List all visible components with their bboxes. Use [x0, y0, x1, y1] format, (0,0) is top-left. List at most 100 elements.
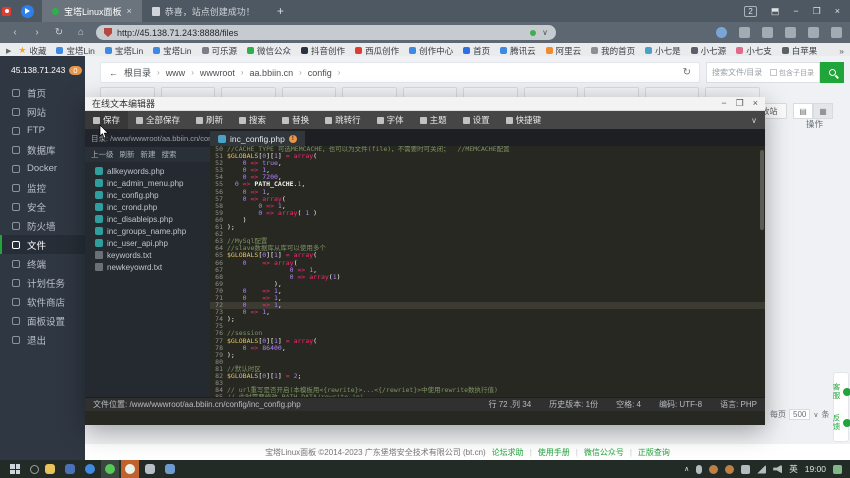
bookmark-item[interactable]: 小七支 — [733, 45, 775, 57]
bookmark-item[interactable]: 小七源 — [688, 45, 730, 57]
breadcrumb-segment[interactable]: config — [308, 68, 332, 78]
bookmarks-overflow-icon[interactable]: » — [839, 46, 844, 56]
code-line-85[interactable]: 85// 此时需要修改 PATH_DATA/rewrite.ini — [210, 394, 765, 397]
sidebar-item-安全[interactable]: 安全 — [0, 197, 85, 216]
footer-link-license[interactable]: 正版查询 — [638, 447, 670, 458]
tray-expand-icon[interactable]: ∧ — [684, 465, 689, 473]
sidebar-item-文件[interactable]: 文件 — [0, 235, 85, 254]
feedback-button[interactable]: 反馈 — [831, 414, 850, 431]
refresh-directory-icon[interactable]: ↻ — [683, 67, 691, 78]
forward-button[interactable]: › — [30, 27, 44, 38]
bookmark-item[interactable]: 小七是 — [642, 45, 684, 57]
notification-icon[interactable] — [833, 465, 842, 474]
breadcrumb-segment[interactable]: aa.bbiin.cn — [250, 68, 294, 78]
thumb-icon-2[interactable] — [725, 465, 734, 474]
sidebar-item-软件商店[interactable]: 软件商店 — [0, 292, 85, 311]
file-panel-刷新[interactable]: 刷新 — [120, 149, 135, 160]
code-line-79[interactable]: 79); — [210, 352, 765, 359]
back-button[interactable]: ‹ — [8, 27, 22, 38]
bookmark-item[interactable]: 微信公众 — [244, 45, 294, 57]
editor-toolbar-跳转行[interactable]: 跳转行 — [317, 111, 369, 129]
editor-toolbar-字体[interactable]: 字体 — [369, 111, 412, 129]
file-list-item[interactable]: inc_groups_name.php — [85, 225, 210, 237]
code-line-56[interactable]: 56 0 => 1, — [210, 189, 765, 196]
footer-link-wechat[interactable]: 微信公众号 — [584, 447, 624, 458]
download-tray-icon[interactable]: ⬒ — [771, 6, 780, 17]
file-list-item[interactable]: inc_disableips.php — [85, 213, 210, 225]
encoding-setting[interactable]: 编码: UTF-8 — [659, 399, 702, 410]
code-line-70[interactable]: 70 0 => 1, — [210, 288, 765, 295]
tab-count-badge[interactable]: 2 — [744, 6, 756, 17]
file-list-item[interactable]: newkeyowrd.txt — [85, 261, 210, 273]
message-count-badge[interactable]: 0 — [69, 66, 81, 75]
sidebar-item-终端[interactable]: 终端 — [0, 254, 85, 273]
network-icon[interactable] — [757, 465, 766, 474]
sidebar-item-数据库[interactable]: 数据库 — [0, 140, 85, 159]
bookmark-item[interactable]: 阿里云 — [543, 45, 585, 57]
history-versions[interactable]: 历史版本: 1份 — [549, 399, 598, 410]
sidebar-item-首页[interactable]: 首页 — [0, 83, 85, 102]
window-maximize-button[interactable]: ❐ — [813, 6, 821, 17]
file-list-item[interactable]: allkeywords.php — [85, 165, 210, 177]
language-setting[interactable]: 语言: PHP — [720, 399, 757, 410]
footer-link-forum[interactable]: 论坛求助 — [492, 447, 524, 458]
sidebar-item-FTP[interactable]: FTP — [0, 121, 85, 140]
editor-file-tab[interactable]: inc_config.php ! — [210, 131, 305, 146]
file-panel-新建[interactable]: 新建 — [141, 149, 156, 160]
scissors-icon[interactable] — [739, 27, 750, 38]
editor-toolbar-搜索[interactable]: 搜索 — [231, 111, 274, 129]
microphone-icon[interactable] — [696, 465, 702, 474]
share-icon[interactable] — [716, 27, 727, 38]
editor-toolbar-刷新[interactable]: 刷新 — [188, 111, 231, 129]
thumb-icon-1[interactable] — [709, 465, 718, 474]
sidebar-item-Docker[interactable]: Docker — [0, 159, 85, 178]
code-line-57[interactable]: 57 0 => array( — [210, 196, 765, 203]
app-button-1[interactable] — [61, 460, 79, 478]
code-line-69[interactable]: 69 ), — [210, 281, 765, 288]
file-list-item[interactable]: inc_user_api.php — [85, 237, 210, 249]
search-button[interactable] — [820, 62, 844, 83]
bookmark-item[interactable]: 我的首页 — [588, 45, 638, 57]
reload-button[interactable]: ↻ — [52, 27, 66, 38]
window-close-button[interactable]: × — [835, 6, 840, 16]
file-list-item[interactable]: inc_crond.php — [85, 201, 210, 213]
spaces-setting[interactable]: 空格: 4 — [616, 399, 641, 410]
browser-tab-active[interactable]: 宝塔Linux面板 × — [42, 0, 142, 22]
active-browser-button[interactable] — [121, 460, 139, 478]
browser-tab-2[interactable]: 恭喜，站点创建成功！ — [142, 0, 265, 22]
window-minimize-button[interactable]: − — [793, 6, 798, 16]
code-scrollbar[interactable] — [760, 150, 764, 230]
code-line-62[interactable]: 62 — [210, 231, 765, 238]
sidebar-item-网站[interactable]: 网站 — [0, 102, 85, 121]
code-line-59[interactable]: 59 0 => array( 1 ) — [210, 210, 765, 217]
bookmark-item[interactable]: 抖音创作 — [298, 45, 348, 57]
code-editor-area[interactable]: 50//CACHE_TYPE 可选MEMCACHE，也可以为文件(file)，不… — [210, 146, 765, 397]
code-line-71[interactable]: 71 0 => 1, — [210, 295, 765, 302]
app-button-2[interactable] — [101, 460, 119, 478]
code-line-61[interactable]: 61); — [210, 224, 765, 231]
app-button-4[interactable] — [161, 460, 179, 478]
code-line-73[interactable]: 73 0 => 1, — [210, 309, 765, 316]
grid-view-toggle[interactable]: ▦ — [813, 103, 833, 119]
editor-minimize-button[interactable]: − — [721, 98, 726, 109]
url-chevron-icon[interactable]: ∨ — [542, 28, 548, 37]
taskbar-search-icon[interactable] — [30, 465, 39, 474]
code-line-74[interactable]: 74); — [210, 316, 765, 323]
edge-browser-button[interactable] — [81, 460, 99, 478]
bookmark-item[interactable]: 宝塔Lin — [150, 45, 194, 57]
editor-toolbar-设置[interactable]: 设置 — [455, 111, 498, 129]
editor-close-button[interactable]: × — [753, 98, 758, 109]
sidebar-item-面板设置[interactable]: 面板设置 — [0, 311, 85, 330]
editor-toolbar-快捷键[interactable]: 快捷键 — [498, 111, 550, 129]
code-line-72[interactable]: 72 0 => 1, — [210, 302, 765, 309]
code-line-77[interactable]: 77$GLOBALS[0][1] = array( — [210, 338, 765, 345]
code-line-68[interactable]: 68 0 => array(1) — [210, 274, 765, 281]
clock[interactable]: 19:00 — [805, 464, 826, 474]
gear-icon[interactable] — [785, 27, 796, 38]
customer-service-button[interactable]: 客服 — [831, 383, 850, 400]
grid-apps-icon[interactable] — [762, 27, 773, 38]
file-list-item[interactable]: inc_admin_menu.php — [85, 177, 210, 189]
sidebar-item-监控[interactable]: 监控 — [0, 178, 85, 197]
home-button[interactable]: ⌂ — [74, 27, 88, 38]
code-line-82[interactable]: 82$GLOBALS[0][1] = 2; — [210, 373, 765, 380]
